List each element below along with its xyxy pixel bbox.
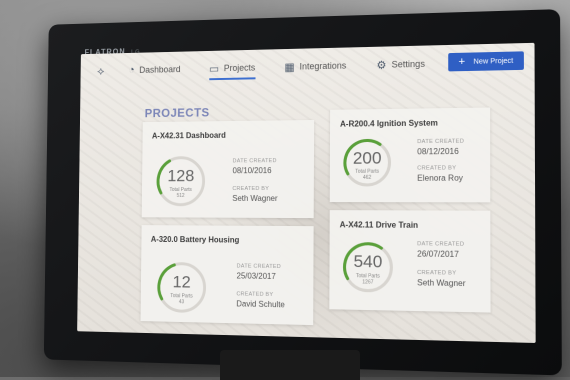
plus-icon: + [458, 55, 466, 68]
parts-progress-ring: 12 Total Parts 43 [154, 258, 210, 316]
project-card[interactable]: A-X42.11 Drive Train 540 Total Parts 126… [329, 210, 491, 313]
gear-icon: ⚙ [376, 59, 387, 72]
nav-settings-label: Settings [391, 58, 425, 70]
date-created: 08/10/2016 [232, 166, 272, 176]
created-by-label: CREATED BY [236, 291, 274, 299]
nav-settings[interactable]: ⚙ Settings [376, 46, 425, 83]
parts-count: 200 [352, 148, 382, 168]
folder-icon: ▭ [209, 62, 220, 75]
created-by-label: CREATED BY [417, 165, 457, 172]
new-project-label: New Project [473, 57, 514, 66]
parts-progress-ring: 128 Total Parts 512 [153, 153, 209, 210]
dashboard-icon: ◔ [128, 64, 135, 77]
date-created-label: DATE CREATED [417, 241, 465, 248]
monitor: FLATRONLG ⟡ ◔ Dashboard ▭ Projects ▦ Int… [43, 9, 562, 376]
date-created-label: DATE CREATED [417, 138, 465, 146]
nav-dashboard-label: Dashboard [139, 64, 181, 75]
nav-projects[interactable]: ▭ Projects [209, 50, 255, 86]
parts-total: 43 [178, 299, 185, 306]
grid-icon: ▦ [284, 61, 295, 74]
parts-progress-ring: 540 Total Parts 1267 [339, 238, 396, 296]
app-screen: ⟡ ◔ Dashboard ▭ Projects ▦ Integrations … [77, 42, 536, 343]
parts-count: 540 [353, 251, 383, 272]
project-card[interactable]: A-320.0 Battery Housing 12 Total Parts 4… [140, 225, 314, 325]
date-created: 26/07/2017 [417, 249, 459, 260]
date-created-label: DATE CREATED [236, 263, 281, 271]
date-created-label: DATE CREATED [232, 158, 277, 165]
project-title: A-320.0 Battery Housing [150, 234, 240, 245]
nav-integrations[interactable]: ▦ Integrations [284, 48, 346, 85]
project-card[interactable]: A-X42.31 Dashboard 128 Total Parts 512 D… [141, 119, 315, 218]
project-title: A-X42.31 Dashboard [151, 130, 226, 141]
monitor-stand [220, 350, 360, 380]
created-by-label: CREATED BY [417, 269, 457, 277]
parts-total: 1267 [362, 279, 374, 286]
created-by: Seth Wagner [417, 278, 466, 289]
nav-integrations-label: Integrations [299, 60, 347, 72]
new-project-button[interactable]: + New Project [448, 51, 524, 72]
created-by: Elenora Roy [417, 173, 463, 183]
nav-projects-label: Projects [223, 62, 256, 74]
parts-count: 12 [172, 272, 191, 292]
page-title: PROJECTS [144, 105, 210, 121]
parts-progress-ring: 200 Total Parts 462 [340, 135, 395, 190]
created-by-label: CREATED BY [232, 186, 270, 192]
parts-total: 512 [176, 192, 185, 199]
created-by: Seth Wagner [232, 193, 278, 203]
date-created: 08/12/2016 [417, 146, 459, 157]
nav-dashboard[interactable]: ◔ Dashboard [128, 52, 180, 88]
project-card[interactable]: A-R200.4 Ignition System 200 Total Parts… [329, 107, 491, 203]
date-created: 25/03/2017 [236, 271, 276, 282]
parts-count: 128 [167, 166, 195, 186]
project-title: A-R200.4 Ignition System [340, 118, 438, 129]
parts-total: 462 [362, 174, 372, 181]
project-title: A-X42.11 Drive Train [339, 220, 419, 230]
created-by: David Schulte [236, 299, 285, 310]
app-logo-icon[interactable]: ⟡ [97, 64, 110, 78]
